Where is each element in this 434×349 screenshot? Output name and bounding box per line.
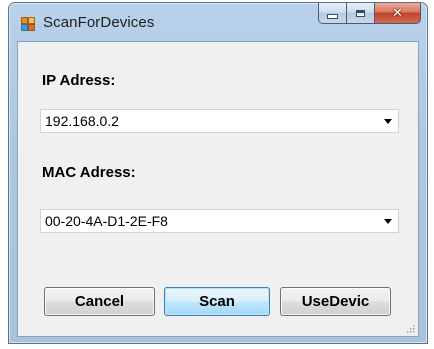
close-button[interactable]: ✕: [374, 3, 421, 24]
resize-grip-icon[interactable]: [405, 323, 415, 333]
minimize-icon: [327, 13, 338, 19]
caption-buttons: ✕: [318, 3, 421, 24]
maximize-icon: [356, 9, 365, 17]
cancel-button[interactable]: Cancel: [44, 287, 155, 316]
scan-for-devices-window: ScanForDevices ✕ IP Adress: 192.168.0.2 …: [8, 2, 428, 344]
dropdown-arrow-icon[interactable]: [384, 219, 392, 224]
window-app-icon: [21, 17, 35, 31]
ip-address-combobox[interactable]: 192.168.0.2: [40, 109, 399, 133]
title-bar[interactable]: ScanForDevices ✕: [9, 3, 427, 41]
use-device-button[interactable]: UseDevic: [280, 287, 391, 316]
dialog-client-area: IP Adress: 192.168.0.2 MAC Adress: 00-20…: [17, 41, 419, 337]
maximize-button[interactable]: [346, 3, 374, 24]
ip-address-label: IP Adress:: [42, 72, 116, 89]
mac-address-label: MAC Adress:: [42, 164, 136, 181]
minimize-button[interactable]: [318, 3, 346, 24]
window-title: ScanForDevices: [43, 14, 155, 31]
ip-address-value: 192.168.0.2: [45, 113, 119, 129]
mac-address-combobox[interactable]: 00-20-4A-D1-2E-F8: [40, 209, 399, 233]
dropdown-arrow-icon[interactable]: [384, 119, 392, 124]
close-icon: ✕: [392, 5, 403, 21]
mac-address-value: 00-20-4A-D1-2E-F8: [45, 213, 168, 229]
scan-button[interactable]: Scan: [164, 287, 270, 316]
